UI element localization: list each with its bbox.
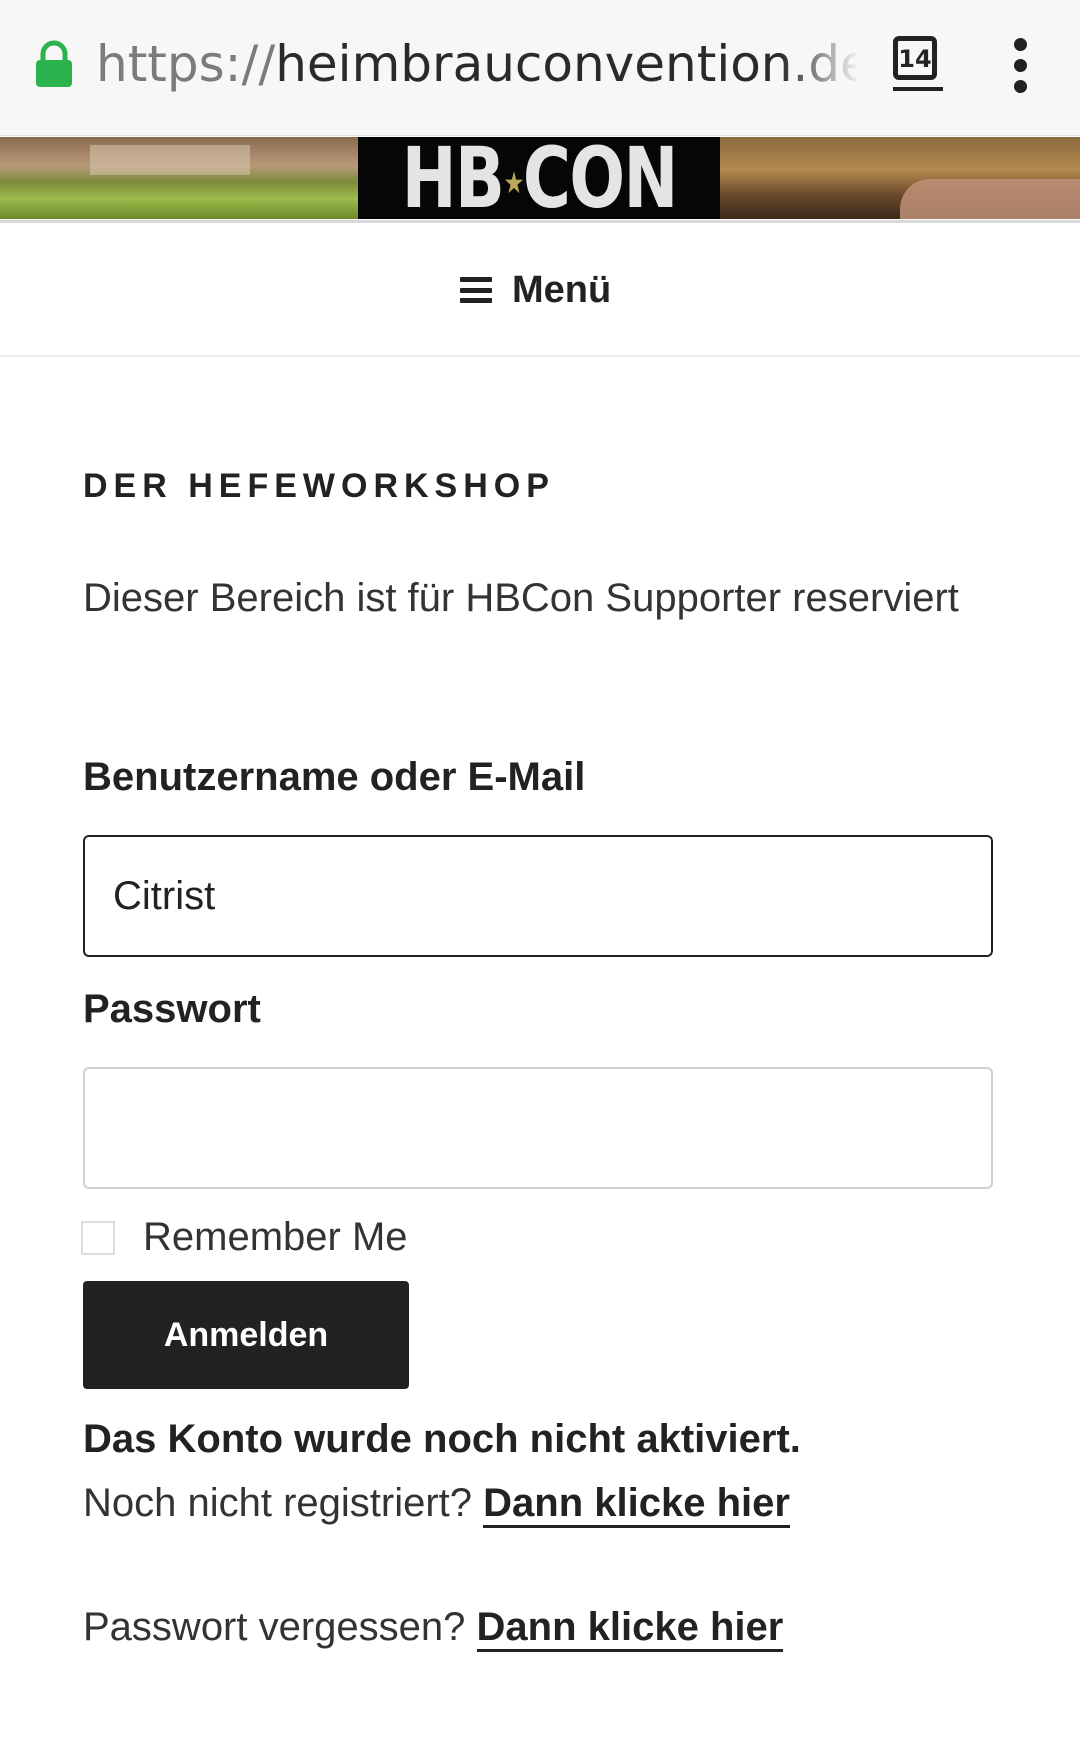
address-bar[interactable]: https://heimbrauconvention.de/in: [96, 32, 856, 96]
site-navigation: Menü: [0, 220, 1080, 357]
remember-me-checkbox[interactable]: [81, 1220, 115, 1255]
site-logo[interactable]: HB★CON: [358, 137, 720, 219]
banner-image-left: [0, 137, 358, 219]
header-banner[interactable]: HB★CON: [0, 137, 1080, 219]
register-line: Noch nicht registriert? Dann klicke hier: [83, 1481, 790, 1528]
url-scheme: https://: [96, 35, 276, 93]
page: https://heimbrauconvention.de/in 14 HB★C…: [0, 0, 1080, 1753]
url-fade: [780, 32, 860, 96]
remember-me-label: Remember Me: [143, 1215, 408, 1259]
overflow-menu-icon[interactable]: [1000, 38, 1040, 98]
lock-icon[interactable]: [34, 40, 74, 88]
banner-image-right: [720, 137, 1080, 219]
forgot-password-link[interactable]: Dann klicke hier: [476, 1605, 784, 1652]
login-button[interactable]: Anmelden: [83, 1281, 409, 1389]
intro-text: Dieser Bereich ist für HBCon Supporter r…: [83, 576, 959, 620]
account-not-activated-message: Das Konto wurde noch nicht aktiviert.: [83, 1417, 801, 1461]
star-icon: ★: [503, 166, 524, 202]
url-host: heimbrauconvention.de/in: [275, 35, 856, 93]
tab-switcher-icon[interactable]: 14: [893, 36, 937, 80]
logo-text: HB★CON: [401, 137, 678, 219]
browser-toolbar: https://heimbrauconvention.de/in 14: [0, 0, 1080, 136]
register-prompt: Noch nicht registriert?: [83, 1481, 473, 1525]
password-label: Passwort: [83, 987, 261, 1031]
forgot-password-prompt: Passwort vergessen?: [83, 1605, 466, 1649]
remember-me-option[interactable]: Remember Me: [81, 1215, 408, 1260]
page-title: DER HEFEWORKSHOP: [83, 467, 555, 505]
register-link[interactable]: Dann klicke hier: [483, 1481, 790, 1528]
password-input[interactable]: [83, 1067, 993, 1189]
hamburger-icon: [460, 277, 492, 303]
menu-toggle-button[interactable]: Menü: [460, 265, 611, 315]
tab-switcher-underline: [893, 87, 943, 91]
forgot-password-line: Passwort vergessen? Dann klicke hier: [83, 1605, 784, 1652]
menu-label: Menü: [512, 268, 612, 311]
username-label: Benutzername oder E-Mail: [83, 755, 586, 799]
username-input[interactable]: [83, 835, 993, 957]
